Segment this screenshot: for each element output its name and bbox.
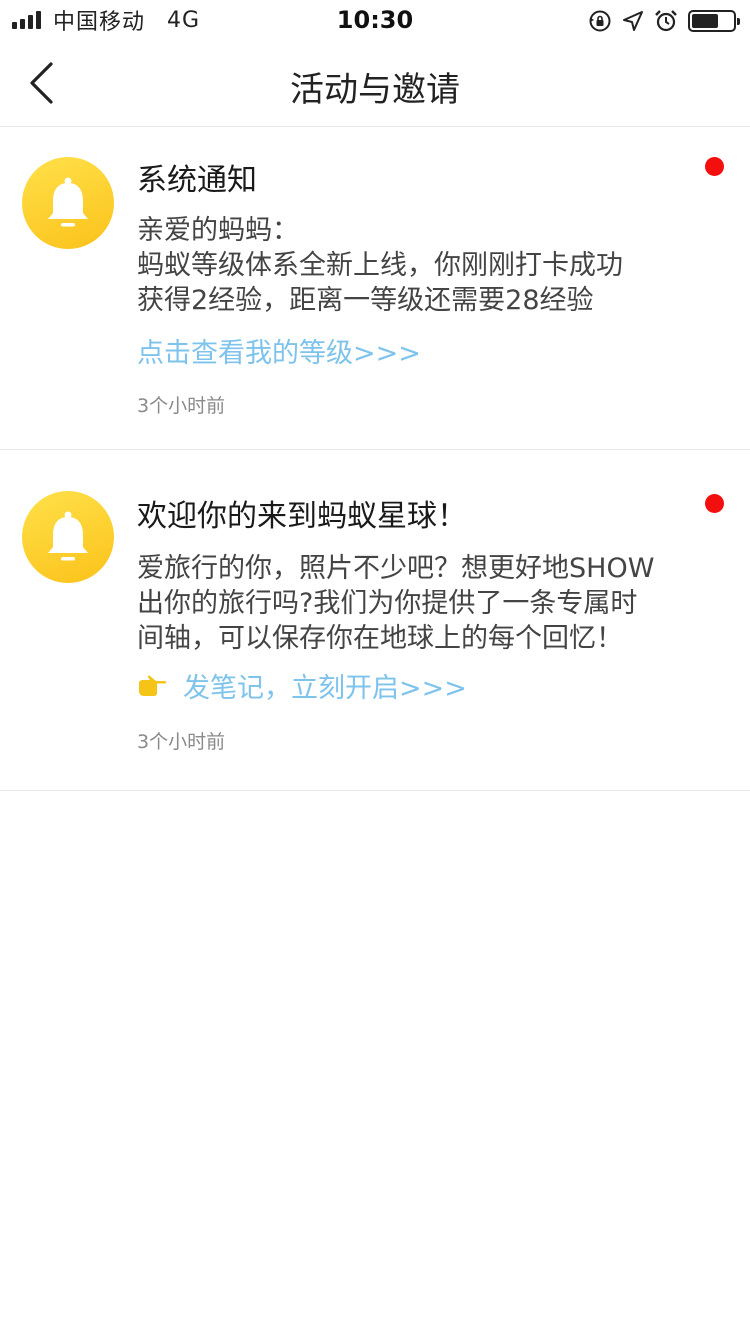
battery-icon: [688, 10, 740, 32]
status-right: [588, 8, 740, 34]
body-line: 爱旅行的你，照片不少吧？想更好地SHOW: [137, 553, 655, 584]
unread-dot: [705, 494, 724, 513]
notification-avatar: [22, 491, 114, 583]
notification-item[interactable]: 系统通知 亲爱的蚂蚂： 蚂蚁等级体系全新上线，你刚刚打卡成功 获得2经验，距离一…: [0, 127, 750, 450]
notification-title: 系统通知: [137, 163, 257, 198]
body-line: 出你的旅行吗?我们为你提供了一条专属时: [137, 588, 638, 619]
battery-fill: [692, 14, 718, 28]
bell-icon: [48, 511, 88, 561]
bell-icon: [48, 177, 88, 227]
body-line: 亲爱的蚂蚂：: [137, 215, 299, 246]
status-bar: 中国移动 4G 10:30: [0, 0, 750, 40]
notification-body: 亲爱的蚂蚂： 蚂蚁等级体系全新上线，你刚刚打卡成功 获得2经验，距离一等级还需要…: [137, 213, 717, 318]
notification-item[interactable]: 欢迎你的来到蚂蚁星球！ 爱旅行的你，照片不少吧？想更好地SHOW 出你的旅行吗?…: [0, 450, 750, 791]
rotation-lock-icon: [589, 10, 611, 32]
notification-avatar: [22, 157, 114, 249]
pointing-hand-icon: [139, 675, 167, 696]
unread-dot: [705, 157, 724, 176]
nav-bar: 活动与邀请: [0, 40, 750, 127]
body-line: 蚂蚁等级体系全新上线，你刚刚打卡成功: [137, 250, 623, 281]
notification-time: 3个小时前: [137, 395, 226, 417]
notification-time: 3个小时前: [137, 731, 226, 753]
start-note-link[interactable]: 发笔记，立刻开启>>>: [137, 666, 467, 705]
body-line: 间轴，可以保存你在地球上的每个回忆！: [137, 623, 623, 654]
page-title: 活动与邀请: [290, 70, 460, 110]
alarm-icon: [655, 10, 677, 32]
notification-title: 欢迎你的来到蚂蚁星球！: [137, 499, 467, 534]
start-note-link-label: 发笔记，立刻开启>>>: [183, 673, 467, 704]
notification-body: 爱旅行的你，照片不少吧？想更好地SHOW 出你的旅行吗?我们为你提供了一条专属时…: [137, 551, 717, 656]
body-line: 获得2经验，距离一等级还需要28经验: [137, 285, 594, 316]
location-arrow-icon: [623, 11, 643, 31]
view-level-link[interactable]: 点击查看我的等级>>>: [137, 331, 421, 370]
